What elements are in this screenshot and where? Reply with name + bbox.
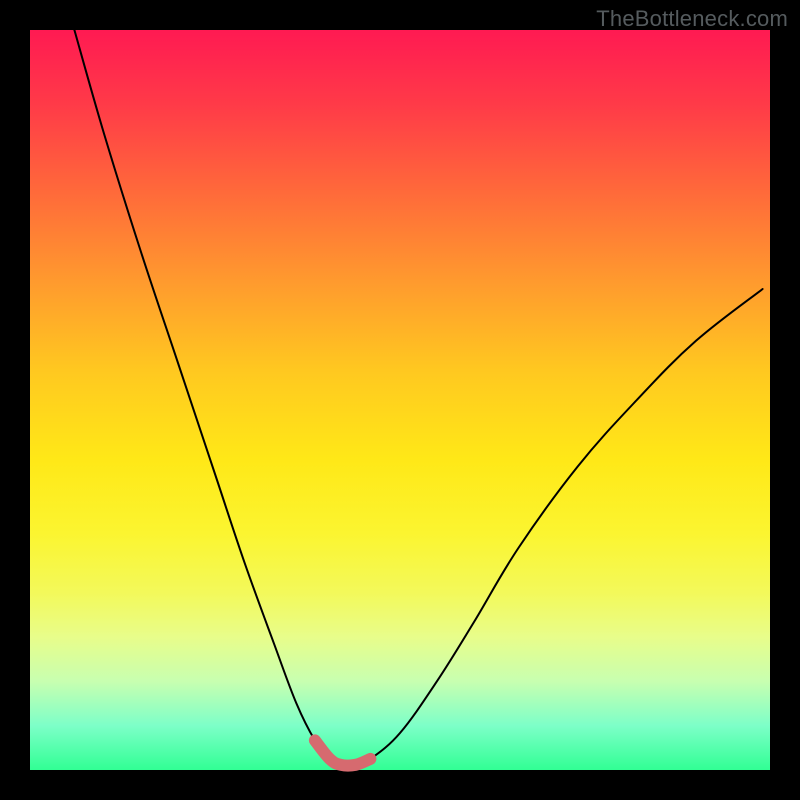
highlight-segment-path — [315, 740, 371, 765]
watermark-text: TheBottleneck.com — [596, 6, 788, 32]
chart-plot-area — [30, 30, 770, 770]
bottleneck-curve-path — [74, 30, 762, 766]
bottleneck-curve-svg — [30, 30, 770, 770]
